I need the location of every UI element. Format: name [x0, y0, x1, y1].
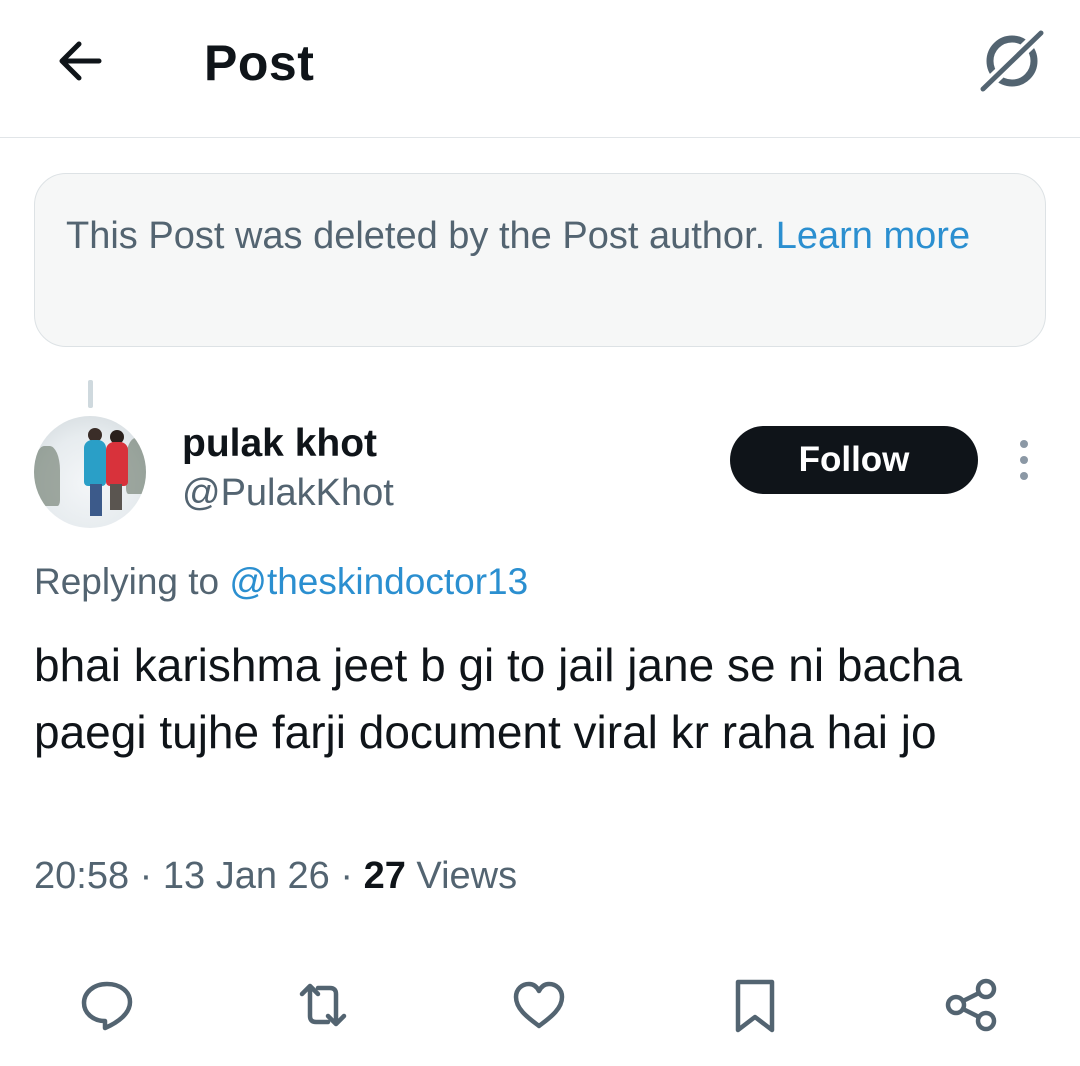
post-page: Post This Post was deleted by the Post a…	[0, 0, 1080, 1066]
views-count[interactable]: 27	[364, 855, 406, 897]
share-button[interactable]	[936, 970, 1006, 1040]
meta-separator: ·	[139, 855, 153, 897]
follow-button[interactable]: Follow	[730, 426, 978, 494]
bookmark-button[interactable]	[720, 970, 790, 1040]
reply-button[interactable]	[72, 970, 142, 1040]
top-bar: Post	[0, 0, 1080, 138]
more-dot	[1020, 456, 1028, 464]
like-button[interactable]	[504, 970, 574, 1040]
reply-icon	[81, 981, 133, 1031]
avatar[interactable]	[34, 416, 146, 528]
views-label[interactable]: Views	[416, 855, 517, 897]
post-text: bhai karishma jeet b gi to jail jane se …	[34, 639, 963, 758]
author-handle[interactable]: @PulakKhot	[182, 472, 394, 515]
learn-more-link[interactable]: Learn more	[776, 215, 970, 257]
grok-button[interactable]	[972, 24, 1052, 96]
more-dot	[1020, 472, 1028, 480]
replying-to: Replying to @theskindoctor13	[34, 561, 528, 603]
deleted-post-notice: This Post was deleted by the Post author…	[34, 173, 1046, 347]
more-dots-icon	[1020, 440, 1028, 448]
share-icon	[945, 978, 997, 1032]
post-meta: 20:58 · 13 Jan 26 · 27 Views	[34, 855, 517, 898]
post-date: 13 Jan 26	[162, 855, 330, 897]
repost-icon	[299, 983, 347, 1027]
arrow-left-icon	[59, 41, 102, 81]
more-options-button[interactable]	[1004, 436, 1044, 484]
notice-text: This Post was deleted by the Post author…	[66, 215, 766, 257]
repost-button[interactable]	[288, 970, 358, 1040]
replying-handle-link[interactable]: @theskindoctor13	[229, 561, 528, 602]
page-title: Post	[204, 35, 315, 91]
back-button[interactable]	[44, 26, 114, 96]
thread-connector	[88, 380, 93, 408]
replying-prefix: Replying to	[34, 561, 220, 602]
bookmark-icon	[735, 979, 775, 1033]
grok-icon	[977, 27, 1047, 93]
author-name[interactable]: pulak khot	[182, 422, 377, 466]
meta-separator: ·	[340, 855, 354, 897]
post-time: 20:58	[34, 855, 130, 897]
heart-icon	[513, 981, 565, 1029]
